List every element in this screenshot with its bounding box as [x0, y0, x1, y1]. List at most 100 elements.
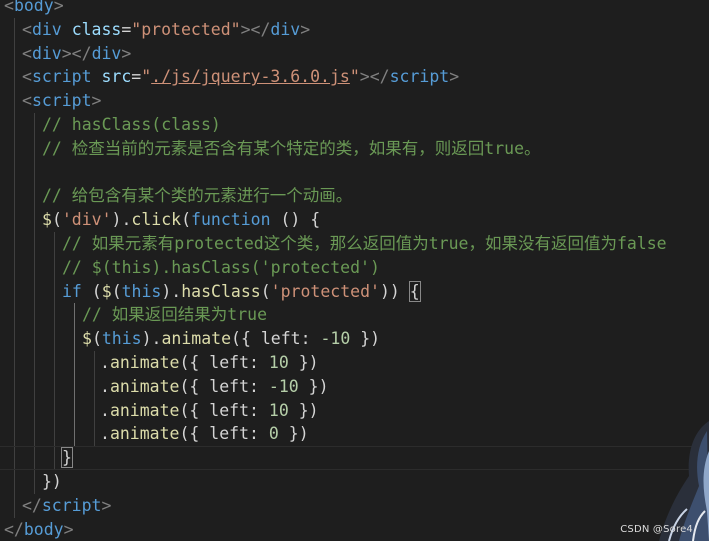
code-line[interactable]: .animate({ left: 10 }): [0, 399, 319, 423]
code-token: <: [4, 0, 14, 15]
code-token: this: [101, 329, 142, 349]
code-line[interactable]: // 给包含有某个类的元素进行一个动画。: [0, 184, 352, 208]
code-token: >: [121, 43, 132, 63]
code-token: ></: [61, 43, 92, 63]
code-line[interactable]: $('div').click(function () {: [0, 208, 320, 232]
code-token: $: [42, 210, 52, 230]
code-token: ).: [141, 329, 162, 349]
code-token: >: [300, 19, 311, 39]
code-line[interactable]: $(this).animate({ left: -10 }): [0, 327, 380, 351]
code-token: () {: [270, 210, 321, 230]
code-token: "protected": [131, 19, 241, 39]
code-token: script: [31, 91, 92, 111]
code-token: .: [100, 400, 110, 420]
code-line[interactable]: <div></div>: [0, 42, 131, 66]
code-line[interactable]: [0, 161, 42, 185]
code-token: script: [31, 67, 92, 87]
code-token: animate: [109, 353, 180, 372]
code-token: animate: [161, 329, 232, 349]
code-token: ({ left:: [179, 353, 269, 372]
code-token: body: [13, 0, 54, 15]
code-line[interactable]: // hasClass(class): [0, 113, 221, 137]
code-line[interactable]: .animate({ left: -10 }): [0, 375, 329, 399]
code-line[interactable]: // 检查当前的元素是否含有某个特定的类，如果有，则返回true。: [0, 137, 541, 161]
code-token: >: [91, 91, 102, 111]
code-token: ({ left:: [179, 424, 269, 444]
code-token: -10: [320, 329, 351, 349]
code-line[interactable]: <script>: [0, 89, 101, 113]
code-token: $: [101, 281, 112, 301]
code-token: ({ left:: [179, 400, 269, 420]
code-token: {: [408, 280, 421, 302]
code-token: }): [288, 400, 319, 420]
code-line[interactable]: .animate({ left: 10 }): [0, 351, 319, 375]
code-token: )): [379, 281, 410, 301]
code-token: >: [101, 495, 112, 515]
code-line[interactable]: }: [0, 446, 709, 471]
code-token: }): [288, 353, 319, 372]
code-token: =: [121, 19, 132, 39]
code-line[interactable]: }): [0, 470, 62, 494]
code-token: <: [22, 67, 32, 87]
code-line[interactable]: <div class="protected"></div>: [0, 18, 310, 42]
code-token: if: [62, 281, 82, 301]
code-token: click: [131, 210, 182, 230]
code-line[interactable]: // $(this).hasClass('protected'): [0, 256, 380, 280]
code-token: .: [100, 353, 110, 372]
code-token: animate: [109, 424, 180, 444]
code-token: (: [51, 210, 62, 230]
code-line[interactable]: <script src="./js/jquery-3.6.0.js"></scr…: [0, 65, 459, 89]
code-token: class: [71, 19, 122, 39]
code-line[interactable]: // 如果返回结果为true: [0, 303, 267, 327]
code-token: function: [191, 210, 271, 230]
code-token: }): [350, 329, 381, 349]
code-token: (: [81, 281, 102, 301]
code-token: // hasClass(class): [42, 115, 221, 134]
code-token: (: [91, 329, 102, 349]
code-token: (: [260, 281, 271, 301]
code-token: ).: [161, 281, 182, 301]
code-token: ": [349, 67, 360, 87]
code-token: div: [91, 43, 122, 63]
code-token: // 如果返回结果为true: [82, 305, 268, 325]
code-line[interactable]: </body>: [0, 518, 74, 541]
code-token: ></: [240, 19, 271, 39]
code-token: 'protected': [270, 281, 380, 301]
code-token: 10: [268, 400, 289, 420]
code-token: >: [53, 0, 64, 15]
code-token: }): [278, 424, 309, 444]
code-token: ></: [359, 67, 390, 87]
code-token: // 给包含有某个类的元素进行一个动画。: [42, 186, 353, 206]
code-token: >: [449, 67, 460, 87]
code-token: body: [23, 519, 64, 539]
code-token: // 检查当前的元素是否含有某个特定的类，如果有，则返回true。: [42, 138, 541, 158]
code-token: (: [111, 281, 122, 301]
code-line[interactable]: .animate({ left: 0 }): [0, 422, 309, 446]
code-token: </: [4, 519, 24, 539]
code-editor[interactable]: <body> <div class="protected"></div> <div>…: [0, 0, 709, 541]
code-line[interactable]: if ($(this).hasClass('protected')) {: [0, 280, 421, 304]
code-token: ({ left:: [231, 329, 321, 349]
code-token: <: [22, 19, 32, 39]
code-token: animate: [109, 376, 180, 396]
code-token: .: [100, 376, 110, 396]
code-token: .: [100, 424, 110, 444]
code-token: 'div': [61, 210, 112, 230]
code-token: div: [31, 43, 62, 63]
code-token: >: [63, 519, 74, 539]
code-token: <: [22, 91, 32, 111]
code-token: }): [298, 376, 329, 396]
code-line[interactable]: </script>: [0, 494, 111, 518]
code-token: ({ left:: [179, 376, 269, 396]
code-token: animate: [109, 400, 180, 420]
watermark-text: CSDN @Sore4: [620, 524, 693, 535]
code-token: -10: [268, 376, 299, 396]
code-line[interactable]: <body>: [0, 0, 64, 18]
code-token: ./js/jquery-3.6.0.js: [151, 67, 350, 87]
code-token: }): [42, 472, 62, 491]
code-token: this: [121, 281, 162, 301]
code-line[interactable]: // 如果元素有protected这个类，那么返回值为true，如果没有返回值为…: [0, 232, 667, 256]
code-token: ": [141, 67, 152, 87]
